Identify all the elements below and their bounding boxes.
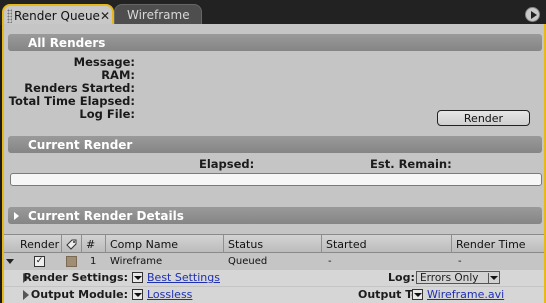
tab-label: Render Queue	[13, 8, 100, 23]
render-time-value: -	[458, 256, 462, 267]
column-label[interactable]	[62, 235, 82, 253]
section-title: Current Render Details	[28, 208, 184, 223]
est-remain-label: Est. Remain:	[370, 157, 452, 171]
grip-icon[interactable]	[7, 8, 12, 23]
render-button[interactable]: Render	[437, 110, 530, 126]
tab-label: Wireframe	[127, 8, 190, 22]
render-queue-panel: All Renders Message: RAM: Renders Starte…	[2, 24, 546, 303]
label-color-swatch[interactable]	[66, 254, 77, 269]
table-row[interactable]: ✓ 1 Wireframe Queued - -	[4, 254, 544, 269]
tag-icon	[66, 239, 77, 250]
column-render-time[interactable]: Render Time	[452, 235, 544, 253]
column-comp-name[interactable]: Comp Name	[106, 235, 224, 253]
row-number: 1	[90, 256, 97, 267]
ram-label: RAM:	[101, 68, 135, 82]
output-to-dropdown-icon[interactable]	[412, 289, 423, 300]
section-title: All Renders	[28, 35, 106, 50]
expand-right-icon[interactable]	[23, 290, 29, 300]
message-label: Message:	[73, 55, 135, 69]
panel-menu-icon[interactable]	[525, 7, 540, 22]
render-settings-link[interactable]: Best Settings	[147, 271, 220, 284]
output-module-link[interactable]: Lossless	[147, 288, 192, 301]
render-progress-bar	[10, 173, 542, 186]
section-title: Current Render	[28, 137, 133, 152]
output-module-dropdown-icon[interactable]	[132, 289, 143, 300]
render-settings-label: Render Settings:	[23, 271, 128, 284]
log-label: Log:	[388, 271, 415, 284]
expand-down-icon[interactable]	[6, 254, 16, 269]
render-settings-row: Render Settings: Best Settings Log: Erro…	[4, 270, 544, 286]
close-icon[interactable]: ✕	[100, 9, 110, 23]
table-header: Render # Comp Name Status Started Render…	[4, 234, 544, 253]
started-value: -	[328, 256, 332, 267]
status-text: Queued	[228, 256, 268, 267]
output-module-label: Output Module:	[30, 288, 128, 301]
render-settings-dropdown-icon[interactable]	[132, 272, 143, 283]
output-to-link[interactable]: Wireframe.avi	[427, 288, 504, 301]
chevron-down-icon	[488, 273, 498, 283]
log-file-label: Log File:	[79, 107, 135, 121]
total-time-elapsed-label: Total Time Elapsed:	[8, 94, 135, 108]
log-select-value: Errors Only	[420, 271, 479, 284]
elapsed-label: Elapsed:	[199, 157, 255, 171]
tab-wireframe[interactable]: Wireframe	[114, 4, 202, 25]
comp-name[interactable]: Wireframe	[110, 254, 162, 269]
log-select[interactable]: Errors Only	[416, 271, 500, 284]
tab-render-queue[interactable]: Render Queue ✕	[2, 4, 114, 25]
renders-started-label: Renders Started:	[24, 81, 135, 95]
render-checkbox[interactable]: ✓	[34, 254, 45, 269]
column-status[interactable]: Status	[224, 235, 322, 253]
tab-bar: Render Queue ✕ Wireframe	[0, 0, 546, 25]
current-render-details-header[interactable]: Current Render Details	[8, 207, 542, 224]
column-render[interactable]: Render	[16, 235, 62, 253]
column-number[interactable]: #	[82, 235, 106, 253]
disclosure-triangle-icon[interactable]	[14, 209, 24, 223]
output-module-row: Output Module: Lossless Output To: Wiref…	[4, 287, 544, 303]
current-render-header: Current Render	[8, 136, 542, 153]
all-renders-header: All Renders	[8, 34, 542, 51]
column-started[interactable]: Started	[322, 235, 452, 253]
